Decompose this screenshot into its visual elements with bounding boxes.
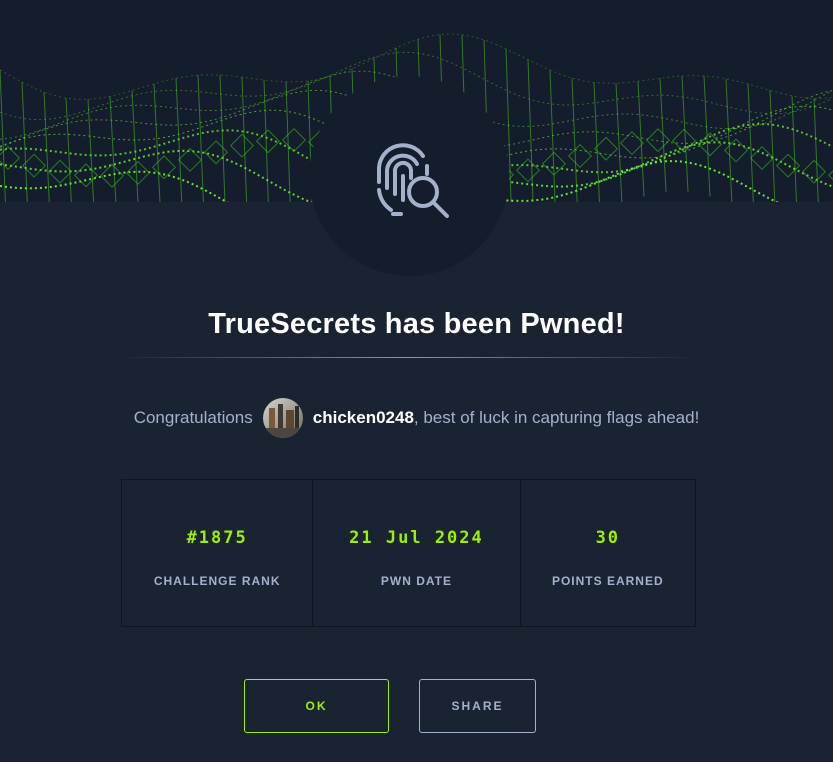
page-title: TrueSecrets has been Pwned! [208,308,625,340]
challenge-rank-label: CHALLENGE RANK [153,574,281,588]
challenge-badge [309,76,509,276]
pwn-date-label: PWN DATE [380,574,453,588]
challenge-rank-value: #1875 [186,528,248,548]
stat-pwn-date: 21 Jul 2024 PWN DATE [312,480,519,626]
title-divider [118,357,698,358]
share-button[interactable]: SHARE [419,679,536,733]
stat-challenge-rank: #1875 CHALLENGE RANK [122,480,312,626]
stat-points-earned: 30 POINTS EARNED [519,480,695,626]
congrats-prefix: Congratulations [133,408,253,427]
username-link[interactable]: chicken0248 [313,408,414,428]
stats-panel: #1875 CHALLENGE RANK 21 Jul 2024 PWN DAT… [121,479,696,627]
points-earned-value: 30 [595,528,621,548]
ok-button[interactable]: OK [244,679,389,733]
congratulations-message: Congratulations chicken0248 , best of lu… [0,398,833,438]
congrats-suffix: , best of luck in capturing flags ahead! [413,408,700,427]
points-earned-label: POINTS EARNED [551,574,664,588]
pwn-date-value: 21 Jul 2024 [349,528,484,548]
fingerprint-search-icon [377,143,449,218]
avatar[interactable] [262,398,303,438]
